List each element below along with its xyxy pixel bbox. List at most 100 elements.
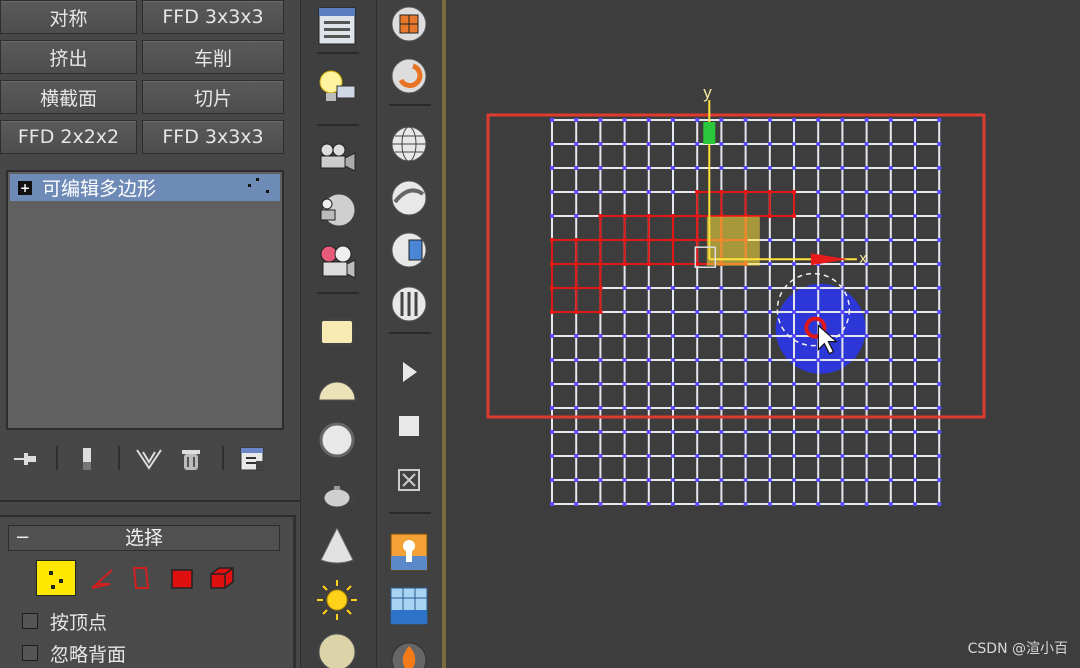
mesh-vertex[interactable]	[864, 310, 869, 314]
mesh-vertex[interactable]	[767, 190, 772, 194]
mesh-vertex[interactable]	[816, 142, 821, 146]
mesh-vertex[interactable]	[937, 334, 942, 338]
mesh-vertex[interactable]	[937, 502, 942, 506]
mesh-vertex[interactable]	[913, 238, 917, 242]
mesh-vertex[interactable]	[719, 166, 724, 170]
mesh-vertex[interactable]	[767, 238, 772, 242]
teapot-icon[interactable]	[315, 472, 359, 516]
mesh-vertex[interactable]	[622, 406, 627, 410]
mesh-vertex[interactable]	[671, 142, 675, 146]
mesh-vertex[interactable]	[888, 358, 893, 362]
mesh-vertex[interactable]	[816, 238, 821, 242]
viewport-top[interactable]: yx CSDN @渲小百	[446, 0, 1080, 668]
mesh-vertex[interactable]	[622, 238, 627, 242]
mesh-vertex[interactable]	[743, 166, 748, 170]
mesh-vertex[interactable]	[598, 166, 603, 170]
mesh-vertex[interactable]	[937, 310, 942, 314]
mesh-vertex[interactable]	[792, 238, 796, 242]
mesh-vertex[interactable]	[671, 286, 675, 290]
modifier-button-cross-section[interactable]: 横截面	[0, 80, 137, 114]
mesh-vertex[interactable]	[574, 286, 579, 290]
rectangle-shape-icon[interactable]	[315, 310, 359, 354]
mesh-vertex[interactable]	[598, 382, 603, 386]
mesh-vertex[interactable]	[574, 190, 579, 194]
modifier-stack-list[interactable]: + 可编辑多边形	[6, 170, 284, 430]
mesh-vertex[interactable]	[719, 310, 724, 314]
mesh-vertex[interactable]	[913, 454, 917, 458]
mesh-vertex[interactable]	[792, 334, 796, 338]
mesh-vertex[interactable]	[646, 238, 651, 242]
make-unique-icon[interactable]	[134, 444, 164, 474]
mesh-vertex[interactable]	[888, 502, 893, 506]
mesh-vertex[interactable]	[888, 238, 893, 242]
mesh-vertex[interactable]	[671, 310, 675, 314]
mesh-vertex[interactable]	[598, 334, 603, 338]
mesh-vertex[interactable]	[671, 166, 675, 170]
modifier-button-symmetry[interactable]: 对称	[0, 0, 137, 34]
mesh-vertex[interactable]	[743, 286, 748, 290]
mesh-vertex[interactable]	[937, 286, 942, 290]
mesh-vertex[interactable]	[695, 406, 700, 410]
mesh-vertex[interactable]	[743, 334, 748, 338]
mesh-vertex[interactable]	[719, 286, 724, 290]
mesh-vertex[interactable]	[695, 286, 700, 290]
mesh-vertex[interactable]	[913, 190, 917, 194]
mesh-vertex[interactable]	[840, 190, 845, 194]
mesh-vertex[interactable]	[695, 358, 700, 362]
rollout-panel-icon[interactable]	[315, 4, 359, 48]
configure-modifier-sets-icon[interactable]	[238, 444, 268, 474]
mesh-vertex[interactable]	[767, 382, 772, 386]
mesh-vertex[interactable]	[888, 142, 893, 146]
mesh-vertex[interactable]	[646, 454, 651, 458]
modifier-button-slice[interactable]: 切片	[142, 80, 284, 114]
mesh-vertex[interactable]	[743, 406, 748, 410]
mesh-vertex[interactable]	[671, 118, 675, 122]
mesh-vertex[interactable]	[913, 214, 917, 218]
pin-stack-icon[interactable]	[10, 444, 40, 474]
sun-icon[interactable]	[315, 578, 359, 622]
mesh-vertex[interactable]	[840, 406, 845, 410]
checkbox[interactable]	[22, 645, 38, 661]
mesh-vertex[interactable]	[671, 238, 675, 242]
mesh-vertex[interactable]	[622, 142, 627, 146]
mesh-vertex[interactable]	[671, 334, 675, 338]
mesh-vertex[interactable]	[767, 310, 772, 314]
mesh-vertex[interactable]	[598, 430, 603, 434]
mesh-vertex[interactable]	[913, 406, 917, 410]
mesh-vertex[interactable]	[574, 358, 579, 362]
mesh-vertex[interactable]	[840, 262, 845, 266]
mesh-vertex[interactable]	[622, 454, 627, 458]
mesh-vertex[interactable]	[913, 166, 917, 170]
mesh-vertex[interactable]	[622, 382, 627, 386]
mesh-vertex[interactable]	[646, 382, 651, 386]
mesh-vertex[interactable]	[840, 118, 845, 122]
mesh-vertex[interactable]	[719, 190, 724, 194]
checkbox-ignore-backfacing[interactable]: 忽略背面	[22, 640, 126, 666]
mesh-vertex[interactable]	[840, 238, 845, 242]
mesh-vertex[interactable]	[913, 142, 917, 146]
mesh-vertex[interactable]	[864, 502, 869, 506]
mesh-vertex[interactable]	[671, 502, 675, 506]
mesh-vertex[interactable]	[719, 478, 724, 482]
mesh-vertex[interactable]	[574, 214, 579, 218]
fire-icon[interactable]	[389, 638, 429, 668]
mesh-vertex[interactable]	[598, 262, 603, 266]
modifier-button-lathe[interactable]: 车削	[142, 40, 284, 74]
mesh-vertex[interactable]	[767, 214, 772, 218]
mesh-vertex[interactable]	[671, 214, 675, 218]
mesh-vertex[interactable]	[598, 478, 603, 482]
mesh-vertex[interactable]	[767, 502, 772, 506]
mesh-vertex[interactable]	[719, 502, 724, 506]
mesh-vertex[interactable]	[767, 478, 772, 482]
mesh-vertex[interactable]	[671, 454, 675, 458]
sphere-camera-icon[interactable]	[315, 188, 359, 232]
mesh-vertex[interactable]	[574, 262, 579, 266]
camera-icon[interactable]	[315, 134, 359, 178]
mesh-vertex[interactable]	[719, 142, 724, 146]
mesh-vertex[interactable]	[574, 454, 579, 458]
modifier-button-ffd-3x3x3-b[interactable]: FFD 3x3x3	[142, 120, 284, 154]
sphere-icon[interactable]	[315, 418, 359, 462]
edge-icon[interactable]	[88, 564, 116, 592]
mesh-vertex[interactable]	[550, 358, 554, 362]
mesh-vertex[interactable]	[913, 334, 917, 338]
